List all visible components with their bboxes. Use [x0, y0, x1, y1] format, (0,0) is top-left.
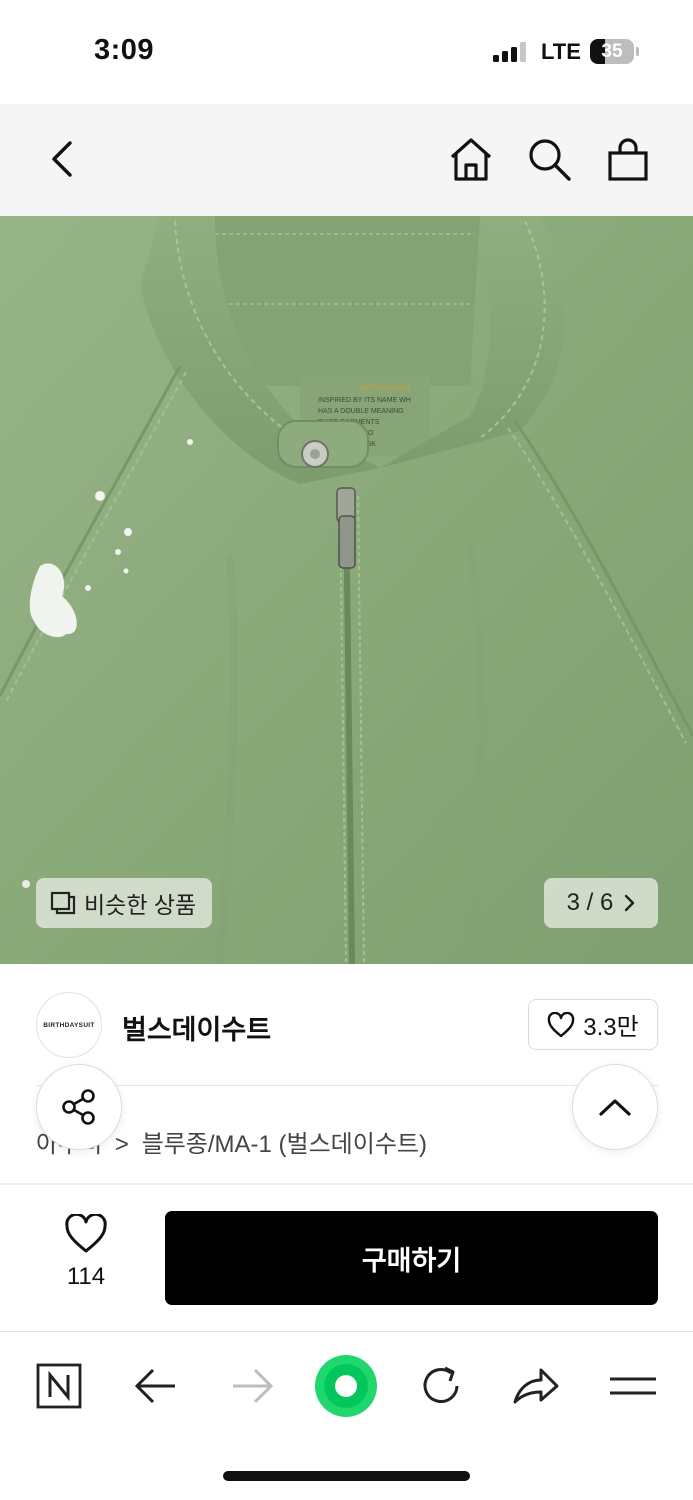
- similar-products-button[interactable]: 비슷한 상품: [36, 878, 213, 928]
- battery-percent: 35: [601, 41, 623, 62]
- product-like-button[interactable]: 114: [36, 1212, 136, 1291]
- scroll-to-top-button[interactable]: [572, 1064, 658, 1150]
- overlapping-squares-icon: [50, 891, 76, 915]
- status-time: 3:09: [94, 34, 155, 66]
- chevron-up-icon: [599, 1099, 631, 1116]
- svg-text:BIRTHDAYSUIT: BIRTHDAYSUIT: [360, 385, 411, 392]
- share-nodes-icon: [62, 1089, 95, 1125]
- jacket-photo: INSPIRED BY ITS NAME WH HAS A DOUBLE MEA…: [0, 216, 693, 964]
- green-dot-icon[interactable]: [314, 1354, 378, 1418]
- image-pager-label: 3 / 6: [566, 889, 614, 916]
- image-pager-button[interactable]: 3 / 6: [544, 878, 658, 928]
- search-icon[interactable]: [524, 134, 574, 184]
- network-type: LTE: [541, 39, 581, 64]
- menu-icon[interactable]: [601, 1354, 665, 1418]
- divider: [36, 1085, 658, 1086]
- chevron-right-icon: [625, 894, 635, 912]
- svg-text:HAS A DOUBLE MEANING: HAS A DOUBLE MEANING: [318, 408, 404, 415]
- brand-logo[interactable]: BIRTHDAYSUIT: [36, 992, 102, 1058]
- similar-products-label: 비슷한 상품: [84, 892, 197, 918]
- heart-outline-icon: [548, 1011, 575, 1037]
- product-like-count: 114: [66, 1263, 106, 1290]
- shopping-bag-icon[interactable]: [603, 134, 653, 184]
- forward-icon[interactable]: [220, 1354, 284, 1418]
- buy-button[interactable]: 구매하기: [165, 1211, 658, 1305]
- svg-text:INSPIRED BY ITS NAME WH: INSPIRED BY ITS NAME WH: [318, 397, 411, 404]
- brand-favorite-count: 3.3만: [583, 1014, 639, 1041]
- breadcrumb-category[interactable]: 블루종/MA-1 (벌스데이수트): [142, 1131, 427, 1158]
- section-divider: [0, 1183, 693, 1185]
- signal-strength-icon: [493, 42, 527, 62]
- battery-icon: 35: [590, 39, 634, 64]
- home-icon[interactable]: [446, 134, 496, 184]
- top-navigation-bar: [0, 104, 693, 216]
- share-icon[interactable]: [504, 1354, 568, 1418]
- product-image[interactable]: INSPIRED BY ITS NAME WH HAS A DOUBLE MEA…: [0, 216, 693, 964]
- refresh-icon[interactable]: [409, 1354, 473, 1418]
- back-icon[interactable]: [124, 1354, 188, 1418]
- battery-cap: [636, 47, 639, 56]
- brand-name[interactable]: 벌스데이수트: [122, 1008, 271, 1047]
- home-indicator: [223, 1471, 470, 1481]
- brand-logo-text: BIRTHDAYSUIT: [43, 1021, 95, 1029]
- breadcrumb-separator: >: [114, 1131, 129, 1158]
- status-bar: 3:09 LTE 35: [0, 0, 693, 104]
- back-arrow-icon[interactable]: [38, 134, 88, 184]
- share-floating-button[interactable]: [36, 1064, 122, 1150]
- heart-outline-icon: [65, 1212, 107, 1253]
- naver-n-icon[interactable]: [27, 1354, 91, 1418]
- brand-favorite-button[interactable]: 3.3만: [528, 999, 658, 1050]
